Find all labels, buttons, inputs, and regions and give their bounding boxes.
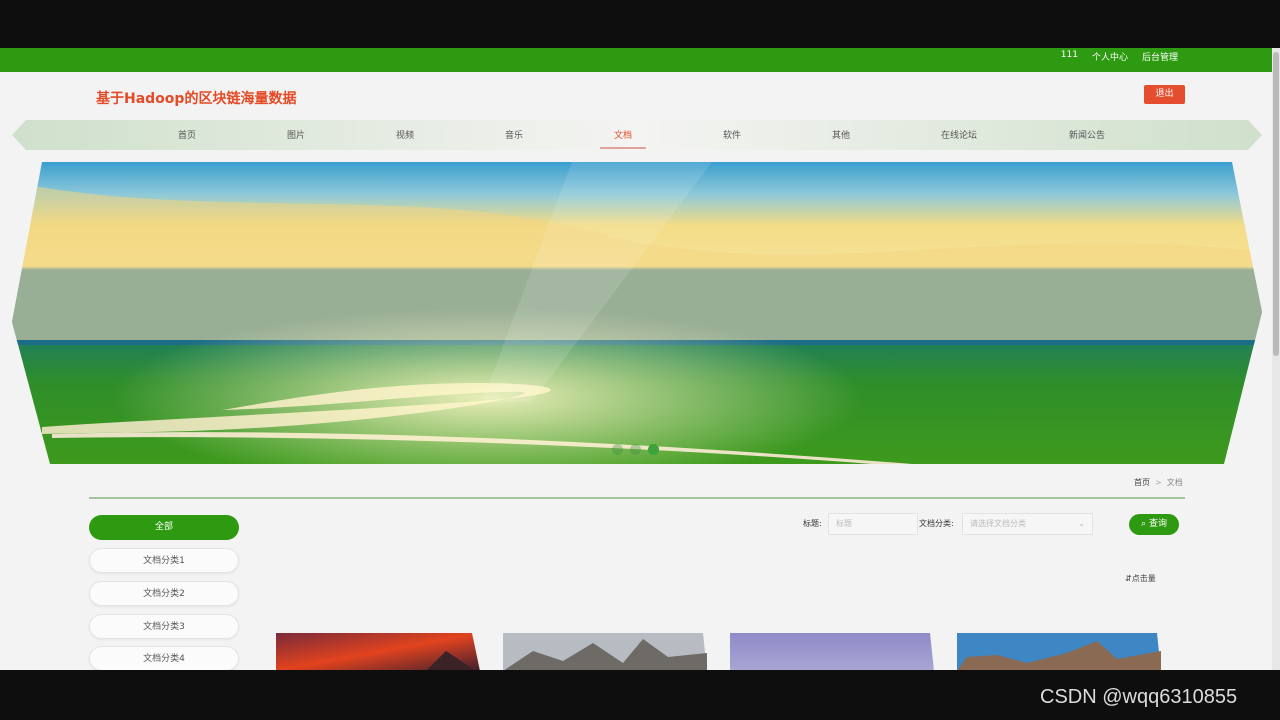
title-label: 标题: — [803, 519, 822, 528]
nav-video[interactable]: 视频 — [396, 128, 414, 141]
carousel-dot[interactable] — [612, 444, 623, 455]
nav-other[interactable]: 其他 — [832, 128, 850, 141]
search-button[interactable]: ⌕ 查询 — [1129, 514, 1179, 535]
nav-music[interactable]: 音乐 — [505, 128, 523, 141]
chevron-down-icon: ⌄ — [1078, 519, 1085, 528]
nav-images[interactable]: 图片 — [287, 128, 305, 141]
nav-software[interactable]: 软件 — [723, 128, 741, 141]
breadcrumb-current: 文档 — [1166, 478, 1183, 487]
category-all[interactable]: 全部 — [89, 515, 239, 540]
username-link[interactable]: 111 — [1061, 50, 1078, 63]
search-button-label: 查询 — [1148, 519, 1167, 529]
category-select[interactable]: 请选择文档分类 ⌄ — [962, 513, 1093, 535]
personal-center-link[interactable]: 个人中心 — [1092, 50, 1128, 63]
carousel-dot[interactable] — [630, 444, 641, 455]
carousel-indicators — [612, 444, 659, 455]
section-divider — [89, 497, 1185, 499]
sort-by-views[interactable]: ⇵点击量 — [1125, 573, 1156, 584]
breadcrumb-separator: > — [1155, 478, 1162, 487]
scrollbar-thumb[interactable] — [1273, 52, 1279, 356]
watermark: CSDN @wqq6310855 — [1040, 686, 1238, 708]
category-item-2[interactable]: 文档分类2 — [89, 581, 239, 606]
category-label: 文档分类: — [919, 519, 954, 528]
banner-carousel[interactable] — [12, 162, 1262, 464]
carousel-dot-active[interactable] — [648, 444, 659, 455]
document-thumbnail[interactable] — [503, 633, 707, 670]
category-item-4[interactable]: 文档分类4 — [89, 646, 239, 670]
document-thumbnail[interactable] — [276, 633, 480, 670]
browser-viewport: 111 个人中心 后台管理 基于Hadoop的区块链海量数据 退出 首页 图片 … — [0, 48, 1280, 670]
nav-forum[interactable]: 在线论坛 — [941, 128, 977, 141]
nav-active-underline — [600, 147, 646, 149]
top-links: 111 个人中心 后台管理 — [1061, 50, 1178, 63]
top-bar: 111 个人中心 后台管理 — [0, 48, 1280, 72]
sort-icon: ⇵ — [1125, 574, 1132, 583]
category-item-1[interactable]: 文档分类1 — [89, 548, 239, 573]
page-scrollbar[interactable] — [1272, 48, 1280, 670]
main-nav: 首页 图片 视频 音乐 文档 软件 其他 在线论坛 新闻公告 — [12, 120, 1262, 150]
title-input[interactable]: 标题 — [828, 513, 918, 535]
document-thumbnail[interactable] — [730, 633, 934, 670]
search-icon: ⌕ — [1141, 519, 1147, 529]
site-title: 基于Hadoop的区块链海量数据 — [96, 91, 297, 107]
document-thumbnail[interactable] — [957, 633, 1161, 670]
nav-home[interactable]: 首页 — [178, 128, 196, 141]
breadcrumb-home[interactable]: 首页 — [1134, 478, 1150, 487]
category-item-3[interactable]: 文档分类3 — [89, 614, 239, 639]
nav-documents[interactable]: 文档 — [614, 128, 632, 141]
nav-news[interactable]: 新闻公告 — [1069, 128, 1105, 141]
breadcrumb: 首页 > 文档 — [1134, 477, 1183, 488]
sort-label: 点击量 — [1131, 574, 1156, 583]
category-select-placeholder: 请选择文档分类 — [970, 519, 1026, 528]
logout-button[interactable]: 退出 — [1144, 85, 1185, 104]
admin-link[interactable]: 后台管理 — [1142, 50, 1178, 63]
